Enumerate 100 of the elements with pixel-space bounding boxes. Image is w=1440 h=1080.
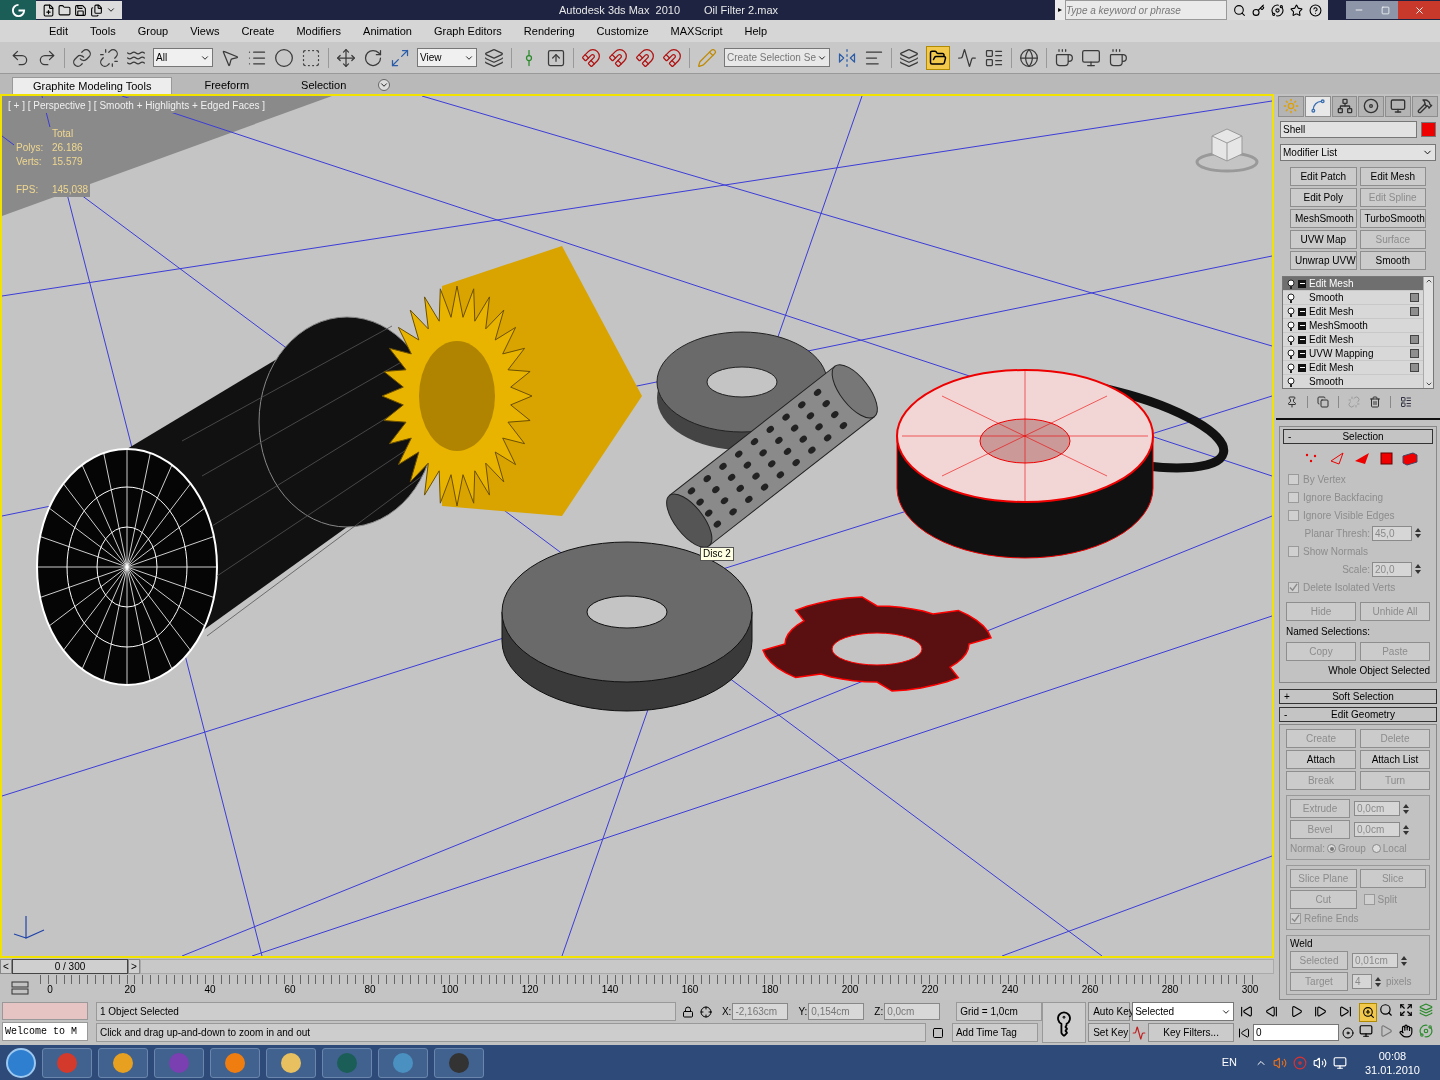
checkbox[interactable]	[1288, 473, 1299, 485]
rollout-header[interactable]: - Selection	[1283, 429, 1433, 444]
modifier-stack-item[interactable]: UVW Mapping	[1283, 347, 1423, 362]
expand-plus-icon[interactable]	[1298, 349, 1306, 358]
modifier-stack-item[interactable]: Edit Mesh	[1283, 305, 1423, 320]
previous-frame-button[interactable]: <	[0, 959, 12, 974]
time-slider-thumb[interactable]: 0 / 300	[12, 959, 128, 974]
object-name-field[interactable]: Shell	[1280, 121, 1417, 138]
zoom-all-icon[interactable]	[1379, 1003, 1394, 1017]
modifier-toggle-box[interactable]	[1410, 363, 1419, 373]
rollout-toggle[interactable]: +	[1284, 689, 1294, 704]
render-frame-icon[interactable]	[1081, 47, 1101, 68]
next-frame-button[interactable]: >	[128, 959, 140, 974]
command-tab[interactable]	[1412, 96, 1438, 117]
language-indicator[interactable]: EN	[1221, 1054, 1237, 1071]
modifier-button[interactable]: MeshSmooth	[1290, 209, 1357, 229]
expand-plus-icon[interactable]	[1298, 335, 1306, 344]
search-field[interactable]: Type a keyword or phrase	[1065, 0, 1227, 20]
stack-scrollbar[interactable]	[1423, 277, 1433, 388]
rollout-toggle[interactable]: -	[1288, 429, 1298, 444]
command-tab[interactable]	[1331, 96, 1358, 117]
rollout-header[interactable]: + Soft Selection	[1279, 689, 1437, 704]
menu-item[interactable]: Edit	[38, 22, 79, 40]
key-icon[interactable]	[1252, 3, 1265, 17]
menu-item[interactable]: Create	[230, 22, 286, 40]
expand-plus-icon[interactable]	[1298, 279, 1306, 288]
radio-button[interactable]	[1327, 844, 1336, 853]
schematic-icon[interactable]	[984, 47, 1004, 68]
previous-key-icon[interactable]	[1264, 1005, 1278, 1018]
help-icon[interactable]	[1309, 3, 1322, 17]
checkbox[interactable]	[1288, 491, 1299, 503]
taskbar-app-button[interactable]	[210, 1047, 260, 1078]
curve-graph-icon[interactable]	[957, 47, 977, 68]
modifier-list-dropdown[interactable]: Modifier List	[1280, 144, 1436, 162]
zoom-extents-icon[interactable]	[1399, 1003, 1413, 1017]
trash-icon[interactable]	[1369, 395, 1381, 408]
menu-item[interactable]: Group	[126, 22, 180, 40]
new-file-icon[interactable]	[42, 3, 55, 17]
taskbar-app-button[interactable]	[98, 1047, 148, 1078]
modifier-button[interactable]: Smooth	[1359, 251, 1426, 271]
start-orb-icon[interactable]	[6, 1047, 36, 1078]
menu-item[interactable]: Help	[733, 22, 779, 40]
circle-region-icon[interactable]	[274, 47, 294, 68]
open-folder-icon[interactable]	[58, 3, 71, 17]
files-icon[interactable]	[90, 3, 103, 17]
expand-plus-icon[interactable]	[1298, 363, 1306, 372]
reference-coordinate-dropdown[interactable]: View	[417, 48, 477, 67]
pan-icon[interactable]	[1399, 1024, 1413, 1038]
menu-item[interactable]: MAXScript	[659, 22, 734, 40]
taskbar-app-button[interactable]	[434, 1047, 484, 1078]
taskbar-app-button[interactable]	[378, 1047, 428, 1078]
command-tab[interactable]	[1304, 96, 1331, 117]
magnet-icon[interactable]	[635, 47, 655, 68]
go-to-end-icon[interactable]	[1339, 1005, 1353, 1018]
modifier-button[interactable]: Edit Mesh	[1359, 167, 1426, 187]
network-icon[interactable]	[1332, 1055, 1347, 1070]
rotate-icon[interactable]	[363, 47, 383, 68]
current-frame-field[interactable]: 0	[1253, 1024, 1340, 1041]
move-icon[interactable]	[336, 47, 356, 68]
lightbulb-icon[interactable]	[1287, 334, 1295, 345]
menu-item[interactable]: Graph Editors	[422, 22, 513, 40]
maxscript-input-field[interactable]	[2, 1002, 88, 1020]
modifier-button[interactable]: Edit Poly	[1290, 188, 1357, 208]
expand-plus-icon[interactable]	[1298, 321, 1306, 330]
add-time-tag[interactable]: Add Time Tag	[951, 1023, 1038, 1042]
modifier-toggle-box[interactable]	[1410, 349, 1419, 359]
ribbon-tab[interactable]: Freeform	[184, 77, 270, 94]
menu-item[interactable]: Animation	[352, 22, 423, 40]
configure-sets-icon[interactable]	[1400, 395, 1412, 408]
zoom-button[interactable]	[1359, 1003, 1378, 1022]
ribbon-tab[interactable]: Selection	[281, 77, 367, 94]
checkbox[interactable]	[1363, 894, 1375, 905]
checker-sphere-icon[interactable]	[1019, 47, 1039, 68]
modifier-stack-item[interactable]: Edit Mesh	[1283, 361, 1423, 376]
lightbulb-icon[interactable]	[1287, 306, 1295, 317]
key-mode-dropdown[interactable]: Selected	[1132, 1002, 1235, 1021]
lightbulb-icon[interactable]	[1287, 348, 1295, 359]
mirror-icon[interactable]	[837, 47, 857, 68]
modifier-stack-item[interactable]: Edit Mesh	[1283, 277, 1423, 292]
modifier-toggle-box[interactable]	[1410, 307, 1419, 317]
spinner-arrows-icon[interactable]	[1414, 526, 1422, 540]
layers-icon[interactable]	[899, 47, 919, 68]
lock-icon[interactable]	[681, 1005, 694, 1018]
magnet-icon[interactable]	[662, 47, 682, 68]
go-to-start-icon[interactable]	[1240, 1005, 1254, 1018]
scene-explorer-button[interactable]	[926, 45, 950, 70]
clock-time[interactable]: 00:08	[1378, 1048, 1407, 1063]
geometry-button[interactable]: Attach	[1286, 750, 1356, 769]
checkbox[interactable]	[1288, 581, 1299, 593]
object-color-swatch[interactable]	[1421, 122, 1436, 137]
menu-item[interactable]: Customize	[585, 22, 660, 40]
magnet-icon[interactable]	[581, 47, 601, 68]
set-key-button[interactable]: Set Key	[1088, 1023, 1131, 1042]
magnet-icon[interactable]	[608, 47, 628, 68]
curve-icon[interactable]	[1132, 1025, 1147, 1040]
menu-item[interactable]: Modifiers	[285, 22, 353, 40]
next-key-icon[interactable]	[1314, 1005, 1328, 1018]
radio-button[interactable]	[1371, 844, 1381, 853]
menu-item[interactable]: Views	[179, 22, 231, 40]
arrow-up-square-icon[interactable]	[546, 47, 566, 68]
